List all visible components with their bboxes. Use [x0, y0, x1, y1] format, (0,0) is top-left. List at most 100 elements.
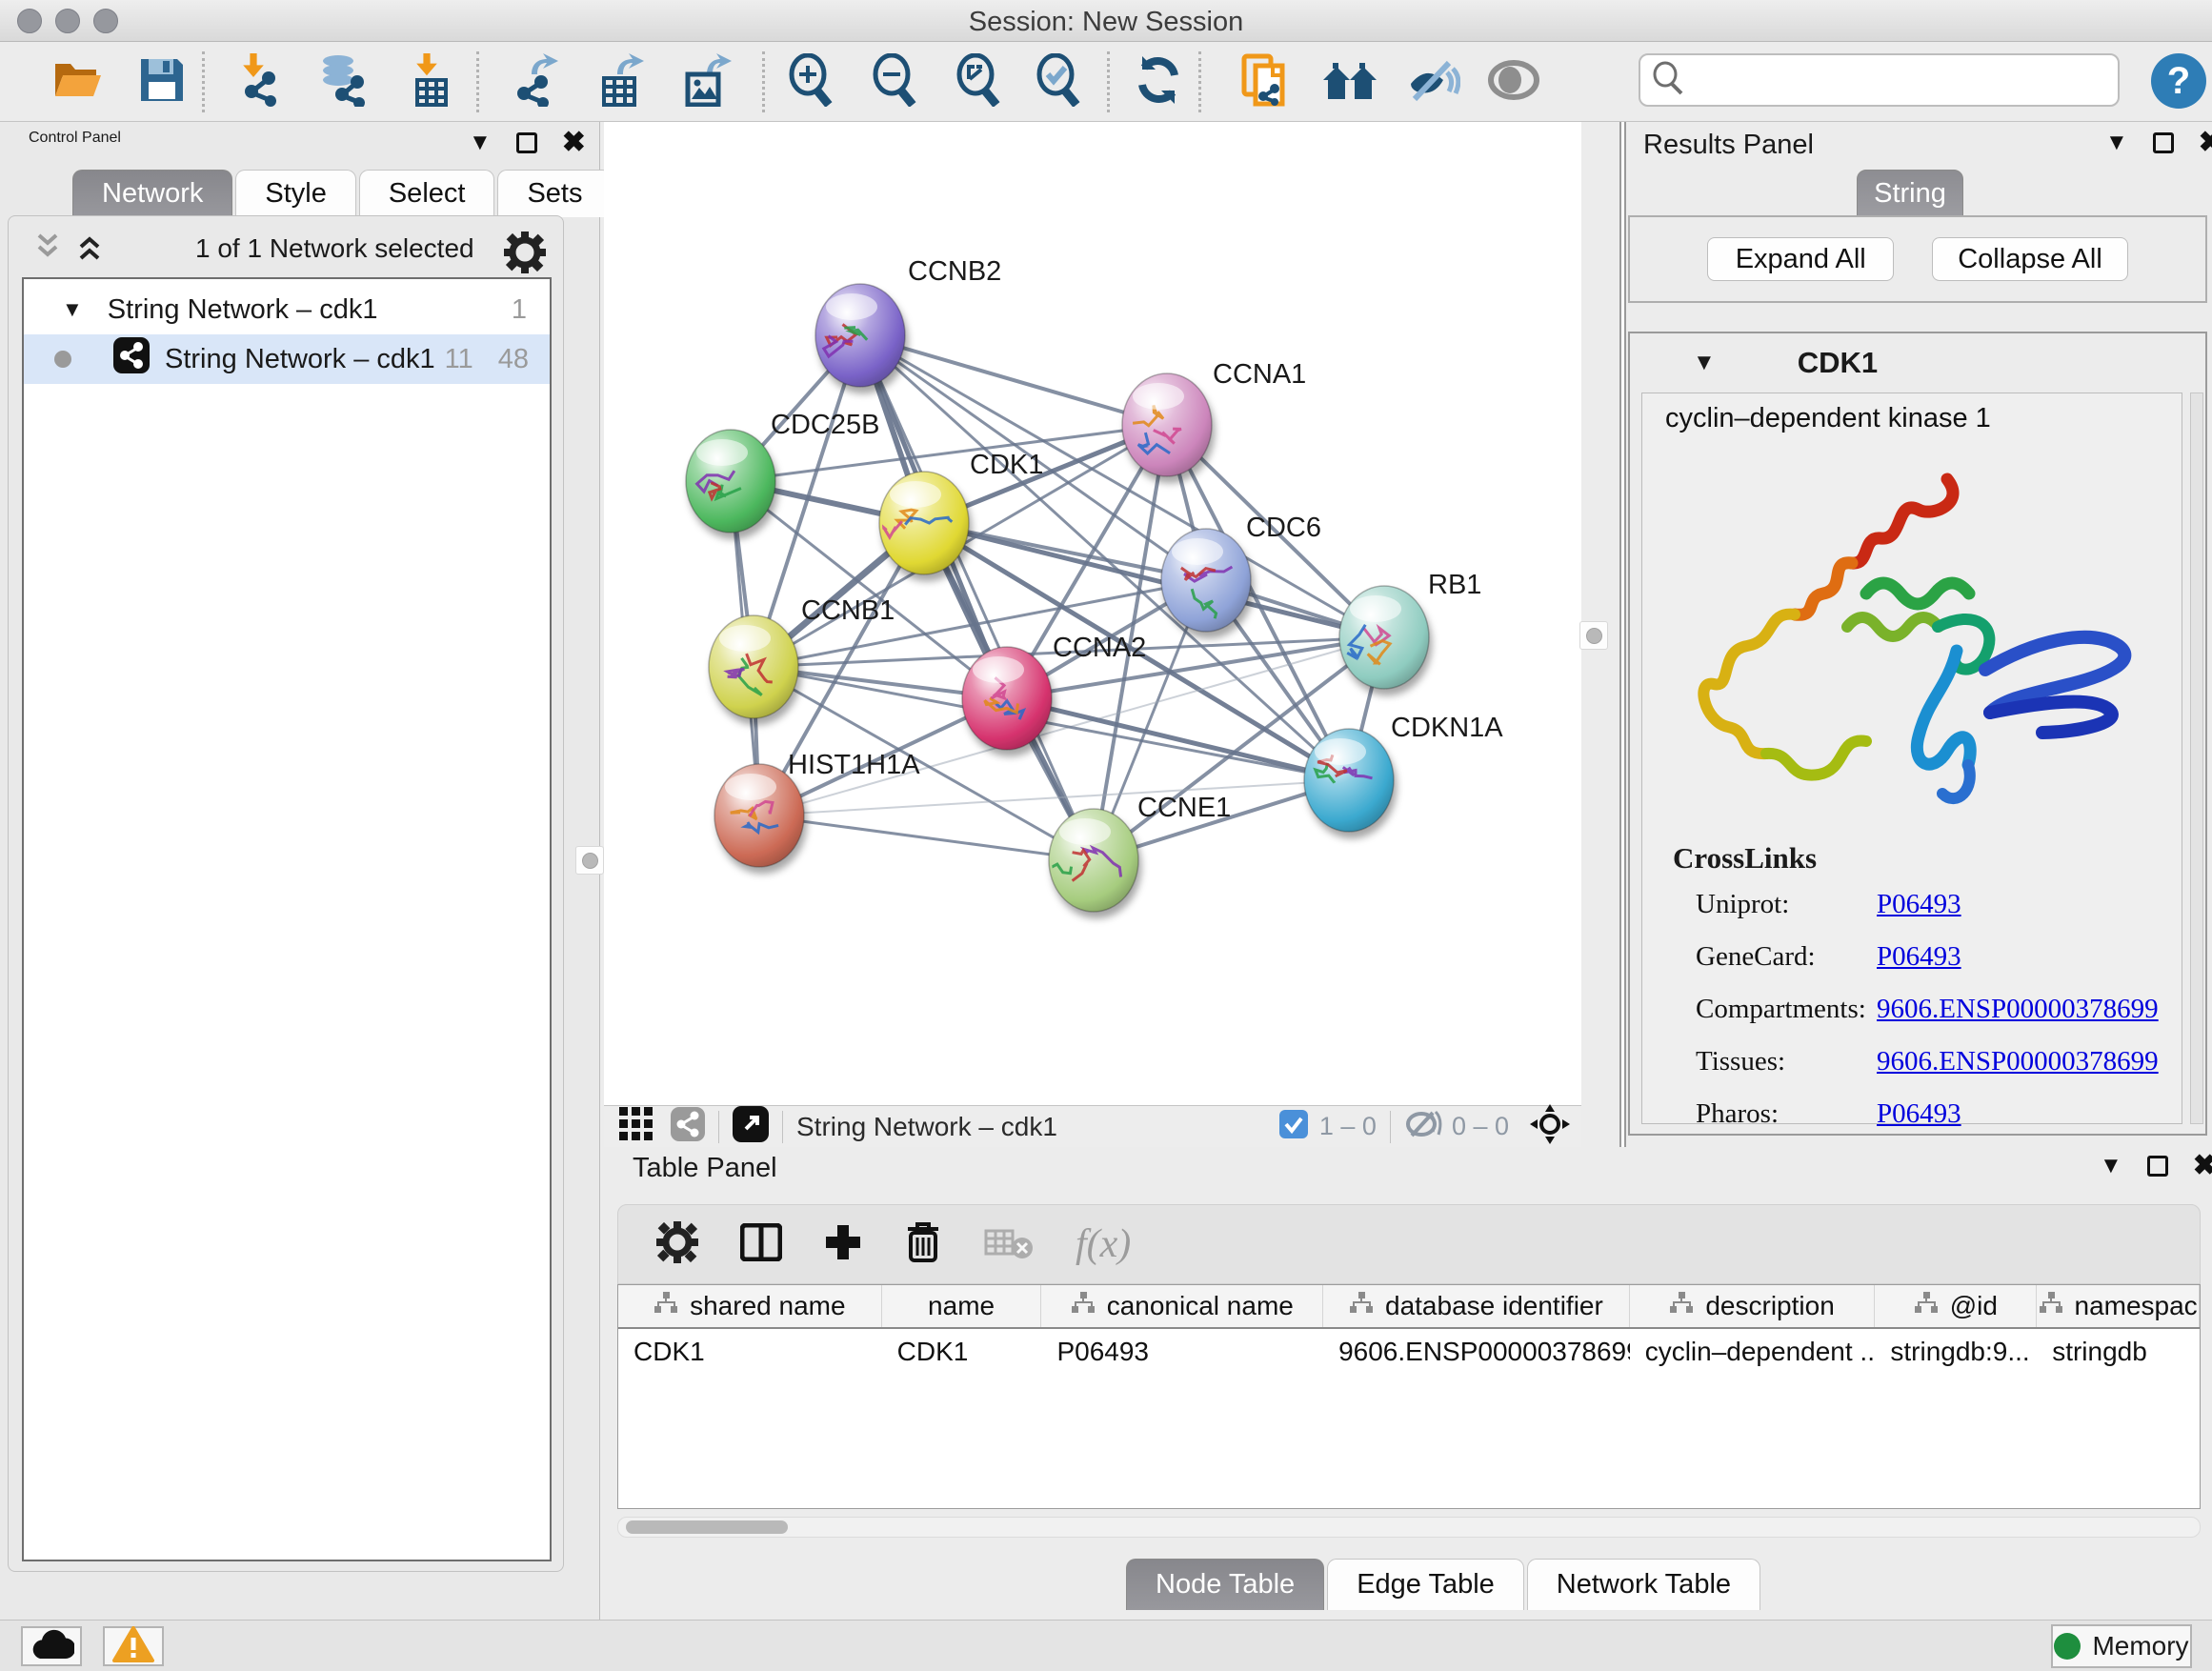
- export-image-button[interactable]: [676, 55, 734, 109]
- network-node-CCNB2[interactable]: [815, 284, 905, 387]
- clone-network-button[interactable]: [1237, 55, 1294, 109]
- open-in-window-icon[interactable]: [733, 1106, 769, 1147]
- string-badge-icon[interactable]: [671, 1107, 705, 1146]
- crosslink-link[interactable]: P06493: [1877, 889, 1961, 920]
- zoom-in-button[interactable]: [783, 55, 840, 109]
- warnings-button[interactable]: [103, 1626, 164, 1666]
- results-panel-splitter[interactable]: [1619, 122, 1626, 1147]
- tab-sets[interactable]: Sets: [497, 170, 612, 217]
- tab-select[interactable]: Select: [359, 170, 495, 217]
- selected-checkbox-icon[interactable]: [1279, 1110, 1308, 1143]
- show-columns-icon[interactable]: [740, 1223, 782, 1266]
- network-node-CCNA1[interactable]: [1122, 373, 1212, 476]
- table-cell[interactable]: 9606.ENSP00000378699: [1323, 1329, 1630, 1375]
- table-cell[interactable]: stringdb:9...: [1875, 1329, 2037, 1375]
- network-edge-HIST1H1A-CCNE1[interactable]: [759, 815, 1094, 860]
- column-header-name[interactable]: name: [882, 1285, 1042, 1327]
- search-input[interactable]: [1684, 65, 2103, 95]
- network-options-gear-icon[interactable]: [504, 232, 546, 278]
- network-node-CDC6[interactable]: [1161, 529, 1251, 632]
- search-field[interactable]: [1639, 53, 2120, 107]
- import-table-file-button[interactable]: [400, 55, 457, 109]
- open-session-button[interactable]: [50, 55, 107, 109]
- tab-node-table[interactable]: Node Table: [1126, 1559, 1324, 1610]
- birds-eye-view-icon[interactable]: [619, 1107, 654, 1146]
- table-cell[interactable]: stringdb: [2037, 1329, 2200, 1375]
- add-column-icon[interactable]: [824, 1223, 862, 1266]
- network-node-CDK1[interactable]: [874, 472, 969, 574]
- network-node-RB1[interactable]: [1339, 586, 1429, 689]
- collapse-card-icon[interactable]: ▼: [1693, 350, 1716, 376]
- expand-all-button[interactable]: Expand All: [1707, 237, 1894, 281]
- import-network-file-button[interactable]: [229, 55, 286, 109]
- show-all-button[interactable]: [1486, 55, 1543, 109]
- tab-string[interactable]: String: [1857, 170, 1963, 217]
- save-session-button[interactable]: [133, 55, 191, 109]
- network-node-CCNA2[interactable]: [962, 647, 1052, 750]
- network-node-CCNE1[interactable]: [1035, 809, 1138, 912]
- crosslink-link[interactable]: 9606.ENSP00000378699: [1877, 1046, 2159, 1077]
- help-button[interactable]: ?: [2151, 53, 2206, 109]
- refresh-button[interactable]: [1130, 55, 1187, 109]
- table-row[interactable]: CDK1CDK1P064939606.ENSP00000378699cyclin…: [618, 1329, 2200, 1375]
- network-node-CDKN1A[interactable]: [1304, 729, 1394, 832]
- scrollbar-thumb[interactable]: [626, 1520, 788, 1534]
- network-edge-CCNB2-CCNA1[interactable]: [860, 335, 1167, 425]
- crosslink-link[interactable]: P06493: [1877, 1098, 1961, 1130]
- network-node-CCNB1[interactable]: [709, 615, 798, 718]
- crosslink-link[interactable]: P06493: [1877, 941, 1961, 973]
- splitter-handle-icon[interactable]: [575, 846, 604, 875]
- hidden-eye-slash-icon[interactable]: [1404, 1109, 1442, 1144]
- node-table[interactable]: shared namenamecanonical namedatabase id…: [617, 1284, 2201, 1509]
- table-cell[interactable]: cyclin–dependent ...: [1630, 1329, 1876, 1375]
- tab-edge-table[interactable]: Edge Table: [1327, 1559, 1524, 1610]
- network-edge-CCNB2-CCNE1[interactable]: [860, 335, 1094, 860]
- export-table-button[interactable]: [591, 55, 648, 109]
- table-options-gear-icon[interactable]: [656, 1221, 698, 1268]
- close-panel-icon[interactable]: ✖: [562, 132, 586, 153]
- zoom-fit-button[interactable]: [951, 55, 1008, 109]
- tab-network-table[interactable]: Network Table: [1527, 1559, 1760, 1610]
- network-row[interactable]: String Network – cdk1 11 48: [24, 334, 550, 384]
- collapse-all-button[interactable]: Collapse All: [1932, 237, 2128, 281]
- float-panel-icon[interactable]: ▼: [2105, 130, 2128, 156]
- home-button[interactable]: [1322, 55, 1379, 109]
- column-header--id[interactable]: @id: [1875, 1285, 2037, 1327]
- table-horizontal-scrollbar[interactable]: [617, 1517, 2201, 1538]
- maximize-panel-icon[interactable]: [2153, 132, 2174, 153]
- table-cell[interactable]: CDK1: [618, 1329, 882, 1375]
- splitter-handle-icon[interactable]: [1579, 621, 1608, 650]
- network-node-CDC25B[interactable]: [686, 430, 775, 533]
- collapse-all-networks-icon[interactable]: [33, 232, 62, 267]
- column-header-canonical-name[interactable]: canonical name: [1041, 1285, 1323, 1327]
- column-header-shared-name[interactable]: shared name: [618, 1285, 882, 1327]
- memory-button[interactable]: Memory: [2051, 1624, 2192, 1668]
- delete-row-trash-icon[interactable]: [904, 1221, 942, 1268]
- zoom-out-button[interactable]: [867, 55, 924, 109]
- table-cell[interactable]: P06493: [1041, 1329, 1323, 1375]
- cloud-status-button[interactable]: [21, 1626, 82, 1666]
- maximize-panel-icon[interactable]: [516, 132, 537, 153]
- column-header-description[interactable]: description: [1630, 1285, 1876, 1327]
- tab-network[interactable]: Network: [72, 170, 232, 217]
- table-cell[interactable]: CDK1: [882, 1329, 1042, 1375]
- collection-expand-icon[interactable]: ▼: [62, 297, 83, 322]
- close-panel-icon[interactable]: ✖: [2199, 132, 2212, 153]
- results-scrollbar[interactable]: [2190, 393, 2203, 1124]
- hide-selected-button[interactable]: [1404, 55, 1461, 109]
- string-network-graph[interactable]: CCNB2CCNA1CDC25BCDK1CDC6RB1CCNB1CCNA2CDK…: [604, 122, 1581, 1105]
- column-header-database-identifier[interactable]: database identifier: [1323, 1285, 1630, 1327]
- network-collection-row[interactable]: ▼ String Network – cdk1 1: [24, 285, 550, 334]
- expand-all-networks-icon[interactable]: [75, 232, 104, 267]
- float-panel-icon[interactable]: ▼: [2100, 1153, 2122, 1179]
- crosslink-link[interactable]: 9606.ENSP00000378699: [1877, 994, 2159, 1025]
- maximize-panel-icon[interactable]: [2147, 1156, 2168, 1177]
- tab-style[interactable]: Style: [235, 170, 355, 217]
- export-network-button[interactable]: [505, 55, 562, 109]
- close-panel-icon[interactable]: ✖: [2193, 1156, 2212, 1177]
- fit-content-crosshair-icon[interactable]: [1530, 1104, 1570, 1149]
- column-header-namespac[interactable]: namespac: [2037, 1285, 2200, 1327]
- import-network-database-button[interactable]: [314, 55, 372, 109]
- float-panel-icon[interactable]: ▼: [469, 130, 492, 156]
- zoom-selected-button[interactable]: [1031, 55, 1088, 109]
